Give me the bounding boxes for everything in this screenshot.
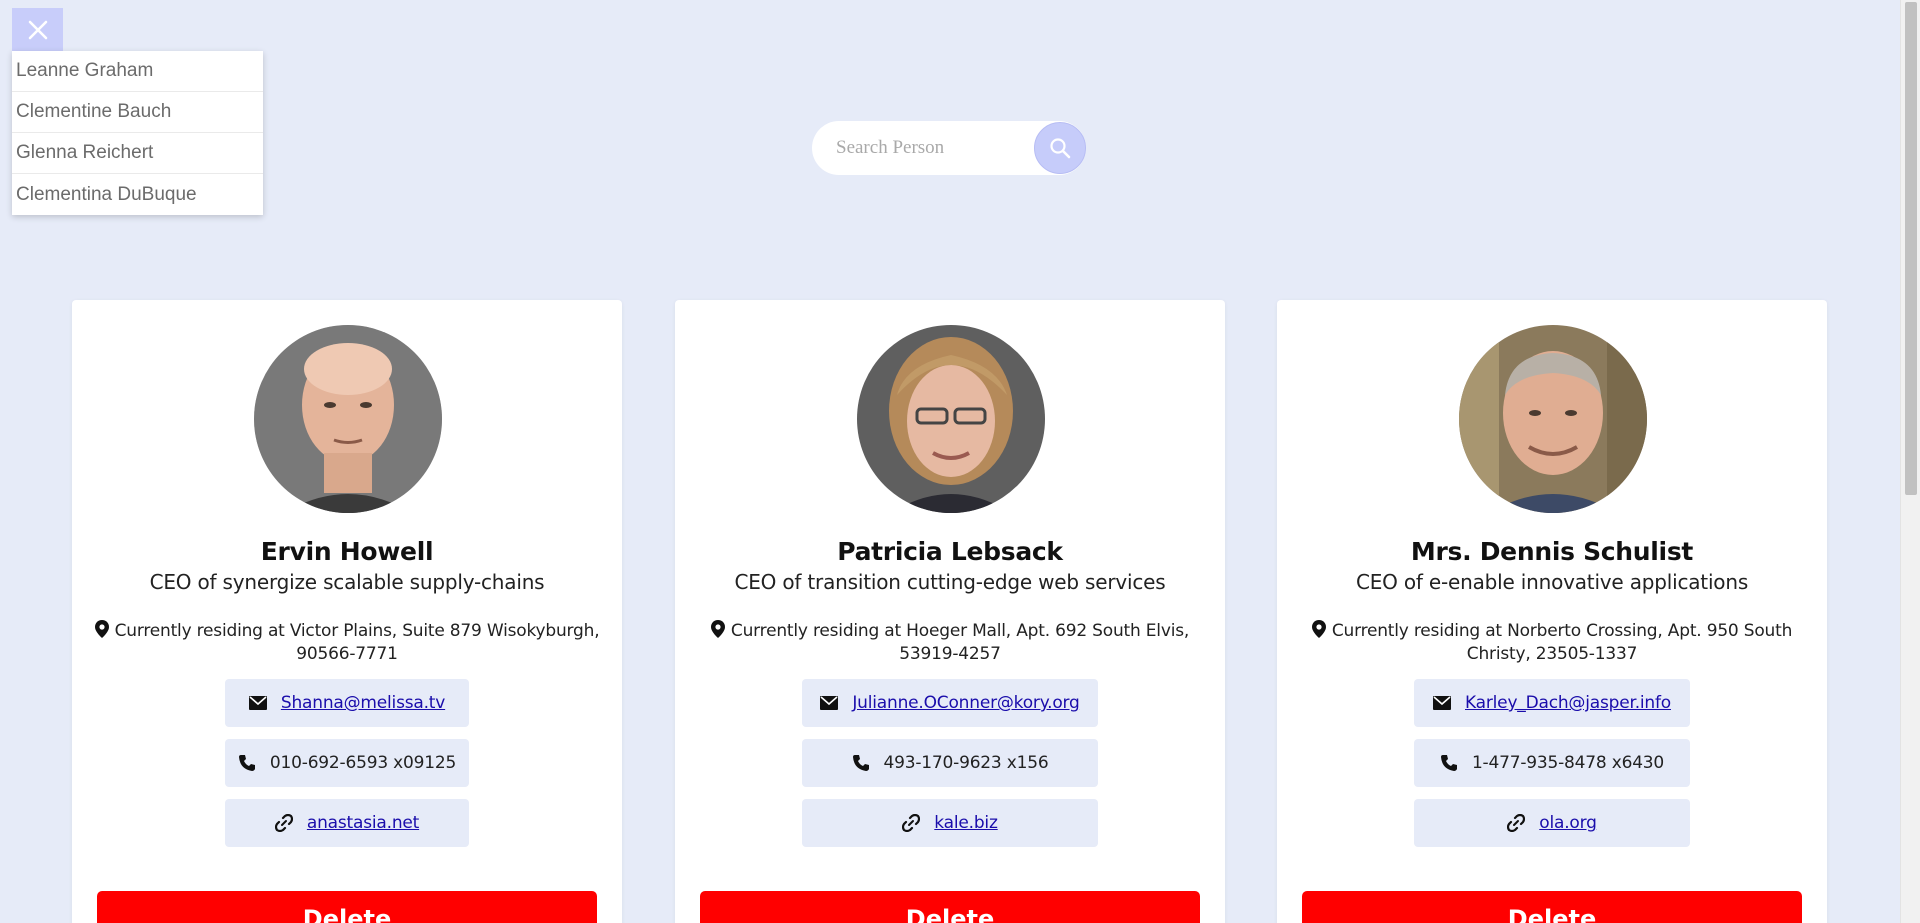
website-pill: anastasia.net xyxy=(225,799,469,847)
phone-text: 493-170-9623 x156 xyxy=(883,753,1049,773)
name-item[interactable]: Glenna Reichert xyxy=(12,133,263,174)
email-pill: Karley_Dach@jasper.info xyxy=(1414,679,1690,727)
location-pin-icon xyxy=(710,620,725,638)
name-suggestion-list: Leanne Graham Clementine Bauch Glenna Re… xyxy=(12,51,263,215)
person-name: Patricia Lebsack xyxy=(837,537,1063,566)
phone-pill: 493-170-9623 x156 xyxy=(802,739,1098,787)
email-pill: Shanna@melissa.tv xyxy=(225,679,469,727)
phone-text: 1-477-935-8478 x6430 xyxy=(1471,753,1665,773)
phone-icon xyxy=(238,755,255,771)
scrollbar[interactable] xyxy=(1900,0,1920,923)
email-link[interactable]: Karley_Dach@jasper.info xyxy=(1465,693,1671,713)
close-button[interactable] xyxy=(12,8,63,52)
search-icon xyxy=(1050,138,1071,159)
name-item[interactable]: Clementina DuBuque xyxy=(12,174,263,215)
link-icon xyxy=(902,814,921,832)
address: Currently residing at Victor Plains, Sui… xyxy=(92,620,602,666)
website-pill: kale.biz xyxy=(802,799,1098,847)
avatar xyxy=(857,325,1045,513)
envelope-icon xyxy=(248,696,267,710)
avatar xyxy=(1459,325,1647,513)
address: Currently residing at Norberto Crossing,… xyxy=(1297,620,1807,666)
envelope-icon xyxy=(1433,696,1451,710)
phone-pill: 010-692-6593 x09125 xyxy=(225,739,469,787)
website-link[interactable]: kale.biz xyxy=(934,813,998,833)
search-button[interactable] xyxy=(1034,122,1086,174)
email-link[interactable]: Shanna@melissa.tv xyxy=(281,693,445,713)
delete-button[interactable]: Delete xyxy=(700,891,1200,923)
person-name: Mrs. Dennis Schulist xyxy=(1410,537,1694,566)
location-pin-icon xyxy=(94,620,109,638)
person-role: CEO of transition cutting-edge web servi… xyxy=(734,570,1166,594)
email-pill: Julianne.OConner@kory.org xyxy=(802,679,1098,727)
address-text: Currently residing at Hoeger Mall, Apt. … xyxy=(730,621,1190,664)
person-name: Ervin Howell xyxy=(260,537,434,566)
delete-button[interactable]: Delete xyxy=(1302,891,1802,923)
person-role: CEO of synergize scalable supply-chains xyxy=(149,570,545,594)
email-link[interactable]: Julianne.OConner@kory.org xyxy=(852,693,1079,713)
person-card: Patricia Lebsack CEO of transition cutti… xyxy=(675,300,1225,923)
name-item[interactable]: Leanne Graham xyxy=(12,51,263,92)
phone-text: 010-692-6593 x09125 xyxy=(269,753,457,773)
phone-icon xyxy=(1440,755,1457,771)
link-icon xyxy=(1507,814,1526,832)
website-link[interactable]: anastasia.net xyxy=(307,813,419,833)
search-bar xyxy=(812,121,1086,175)
address-text: Currently residing at Norberto Crossing,… xyxy=(1331,621,1793,664)
phone-pill: 1-477-935-8478 x6430 xyxy=(1414,739,1690,787)
close-icon xyxy=(28,20,47,40)
website-link[interactable]: ola.org xyxy=(1539,813,1597,833)
address-text: Currently residing at Victor Plains, Sui… xyxy=(114,621,600,664)
avatar xyxy=(254,325,442,513)
delete-button[interactable]: Delete xyxy=(97,891,597,923)
website-pill: ola.org xyxy=(1414,799,1690,847)
envelope-icon xyxy=(820,696,839,710)
person-role: CEO of e-enable innovative applications xyxy=(1355,570,1749,594)
phone-icon xyxy=(852,755,869,771)
search-input[interactable] xyxy=(812,121,1012,175)
scrollbar-thumb[interactable] xyxy=(1905,2,1917,495)
link-icon xyxy=(274,814,293,832)
address: Currently residing at Hoeger Mall, Apt. … xyxy=(695,620,1205,666)
location-pin-icon xyxy=(1311,620,1326,638)
person-card: Mrs. Dennis Schulist CEO of e-enable inn… xyxy=(1277,300,1827,923)
name-item[interactable]: Clementine Bauch xyxy=(12,92,263,133)
person-card: Ervin Howell CEO of synergize scalable s… xyxy=(72,300,622,923)
